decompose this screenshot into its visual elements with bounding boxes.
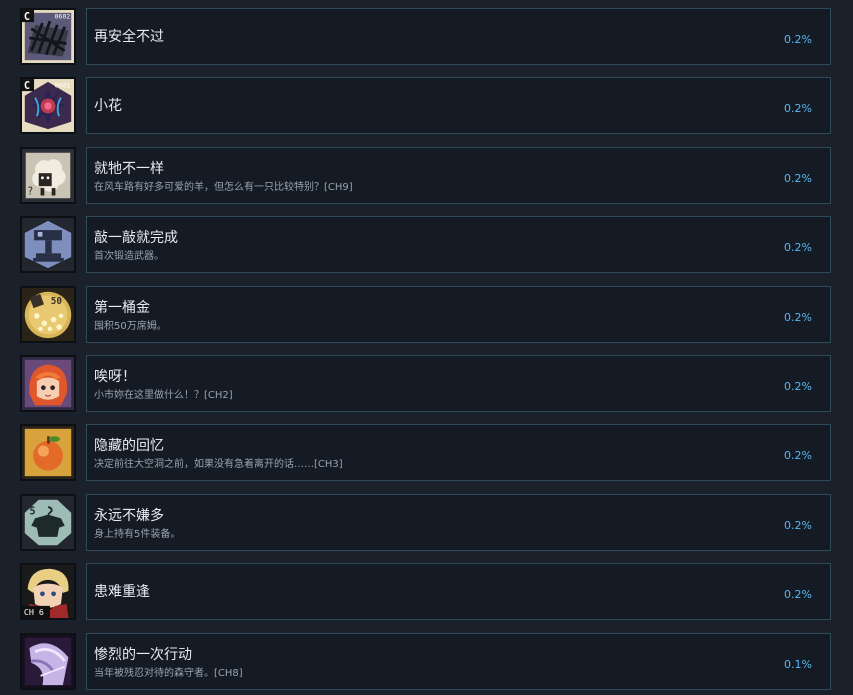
achievement-title: 就牠不一样 xyxy=(94,160,164,177)
achievement-row: 5 永远不嫌多身上持有5件装备。 0.2% xyxy=(0,493,853,551)
achievement-description: 身上持有5件装备。 xyxy=(94,528,181,540)
svg-text:0602: 0602 xyxy=(55,12,71,20)
achievement-row: C 0602 再安全不过 0.2% xyxy=(0,8,853,65)
dark-flower-icon: C 0601 xyxy=(20,77,76,135)
svg-text:C: C xyxy=(24,12,30,23)
achievement-title: 隐藏的回忆 xyxy=(94,438,164,455)
svg-text:?: ? xyxy=(28,186,33,197)
achievement-row: 唉呀！ 小市妳在这里做什么！？[CH2] 0.2% xyxy=(0,355,853,412)
purple-hair-figure-icon xyxy=(20,632,76,690)
apple-icon xyxy=(20,424,76,482)
achievement-title: 第一桶金 xyxy=(94,299,150,316)
hammer-anvil-icon xyxy=(20,216,76,274)
svg-text:5: 5 xyxy=(29,506,35,517)
svg-text:0601: 0601 xyxy=(55,82,71,90)
achievement-card: 再安全不过 0.2% xyxy=(86,8,831,65)
blonde-boy-icon: CH 6 xyxy=(20,563,76,621)
achievement-card: 隐藏的回忆决定前往大空洞之前，如果没有急着离开的话……[CH3] 0.2% xyxy=(86,424,831,482)
achievement-description: 囤积50万席姆。 xyxy=(94,320,167,332)
achievement-row: ? 就牠不一样在风车路有好多可爱的羊，但怎么有一只比较特别？[CH9] 0.2% xyxy=(0,146,853,204)
achievement-title: 再安全不过 xyxy=(94,29,164,45)
unlock-percentage: 0.2% xyxy=(784,241,812,255)
achievement-description: 决定前往大空洞之前，如果没有急着离开的话……[CH3] xyxy=(94,459,343,471)
achievement-title: 患难重逢 xyxy=(94,584,150,601)
achievement-row: 隐藏的回忆决定前往大空洞之前，如果没有急着离开的话……[CH3] 0.2% xyxy=(0,424,853,482)
achievement-title: 唉呀！ xyxy=(94,369,136,385)
achievement-row: CH 6 患难重逢 0.2% xyxy=(0,563,853,621)
achievement-description: 当年被残忍对待的森守者。[CH8] xyxy=(94,667,243,679)
svg-text:C: C xyxy=(24,82,30,93)
sheep-icon: ? xyxy=(20,146,76,204)
achievement-title: 惨烈的一次行动 xyxy=(94,646,192,663)
achievement-row: C 0601 小花 0.2% xyxy=(0,77,853,135)
achievement-row: 惨烈的一次行动当年被残忍对待的森守者。[CH8] 0.1% xyxy=(0,632,853,690)
unlock-percentage: 0.2% xyxy=(784,449,812,463)
achievement-description: 小市妳在这里做什么！？[CH2] xyxy=(94,390,233,401)
achievement-description: 在风车路有好多可爱的羊，但怎么有一只比较特别？[CH9] xyxy=(94,181,353,193)
achievement-card: 患难重逢 0.2% xyxy=(86,563,831,621)
svg-text:50: 50 xyxy=(51,295,63,306)
achievement-card: 第一桶金囤积50万席姆。 0.2% xyxy=(86,285,831,343)
achievement-card: 就牠不一样在风车路有好多可爱的羊，但怎么有一只比较特别？[CH9] 0.2% xyxy=(86,146,831,204)
unlock-percentage: 0.2% xyxy=(784,588,812,602)
achievement-card: 唉呀！ 小市妳在这里做什么！？[CH2] 0.2% xyxy=(86,355,831,412)
achievement-card: 永远不嫌多身上持有5件装备。 0.2% xyxy=(86,493,831,551)
achievement-card: 惨烈的一次行动当年被残忍对待的森守者。[CH8] 0.1% xyxy=(86,632,831,690)
red-hair-girl-icon xyxy=(20,355,76,412)
unlock-percentage: 0.2% xyxy=(784,380,812,393)
metal-spikes-icon: C 0602 xyxy=(20,8,76,65)
unlock-percentage: 0.2% xyxy=(784,518,812,532)
achievement-description: 首次锻造武器。 xyxy=(94,251,164,263)
achievement-title: 小花 xyxy=(94,98,122,115)
achievement-row: 敲一敲就完成首次锻造武器。 0.2% xyxy=(0,216,853,274)
unlock-percentage: 0.2% xyxy=(784,102,812,116)
unlock-percentage: 0.1% xyxy=(784,657,812,671)
achievement-card: 敲一敲就完成首次锻造武器。 0.2% xyxy=(86,216,831,274)
achievement-title: 敲一敲就完成 xyxy=(94,230,178,247)
achievement-card: 小花 0.2% xyxy=(86,77,831,135)
shirt-hanger-icon: 5 xyxy=(20,493,76,551)
unlock-percentage: 0.2% xyxy=(784,310,812,324)
unlock-percentage: 0.2% xyxy=(784,171,812,185)
achievement-list: C 0602 再安全不过 0.2% C 0601 小花 0.2% ? 就牠不一样在风车路有… xyxy=(0,0,853,695)
svg-text:CH 6: CH 6 xyxy=(24,607,44,617)
achievement-title: 永远不嫌多 xyxy=(94,507,164,524)
gold-coins-icon: 50 xyxy=(20,285,76,343)
unlock-percentage: 0.2% xyxy=(784,33,812,46)
achievement-row: 50 第一桶金囤积50万席姆。 0.2% xyxy=(0,285,853,343)
